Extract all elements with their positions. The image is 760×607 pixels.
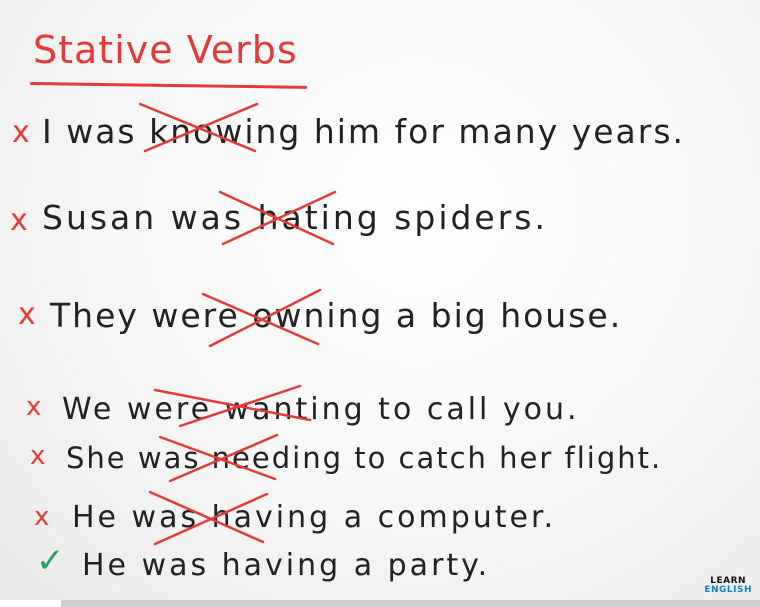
board-title: Stative Verbs [33, 28, 298, 72]
video-progress-track[interactable] [0, 600, 760, 607]
sentence-row-6: x He was having a computer. [0, 490, 760, 546]
sentence-row-4: x We were wanting to call you. [0, 384, 760, 436]
sentence-text: I was knowing him for many years. [42, 112, 686, 151]
sentence-text: He was having a computer. [72, 500, 557, 535]
sentence-text: We were wanting to call you. [62, 392, 580, 427]
cross-mark-icon: x [34, 502, 51, 532]
sentence-row-5: x She was needing to catch her flight. [0, 433, 760, 485]
sentence-text: They were owning a big house. [50, 296, 623, 335]
cross-mark-icon: x [10, 203, 29, 238]
sentence-row-2: x Susan was hating spiders. [0, 190, 760, 248]
title-underline [29, 82, 307, 89]
sentence-row-3: x They were owning a big house. [0, 288, 760, 348]
video-progress-fill [0, 600, 61, 607]
sentence-row-1: x I was knowing him for many years. [0, 102, 760, 162]
sentence-text: Susan was hating spiders. [42, 198, 548, 237]
cross-mark-icon: x [30, 441, 47, 471]
learn-english-logo: LEARN ENGLISH [704, 577, 752, 595]
sentence-row-7: ✓ He was having a party. [0, 544, 760, 592]
whiteboard: Stative Verbs x I was knowing him for ma… [0, 0, 760, 607]
cross-mark-icon: x [26, 392, 43, 422]
cross-mark-icon: x [18, 297, 37, 332]
cross-mark-icon: x [12, 115, 31, 150]
sentence-text: He was having a party. [82, 548, 491, 583]
logo-line-english: ENGLISH [704, 585, 752, 595]
check-mark-icon: ✓ [36, 541, 66, 581]
sentence-text: She was needing to catch her flight. [66, 441, 663, 475]
